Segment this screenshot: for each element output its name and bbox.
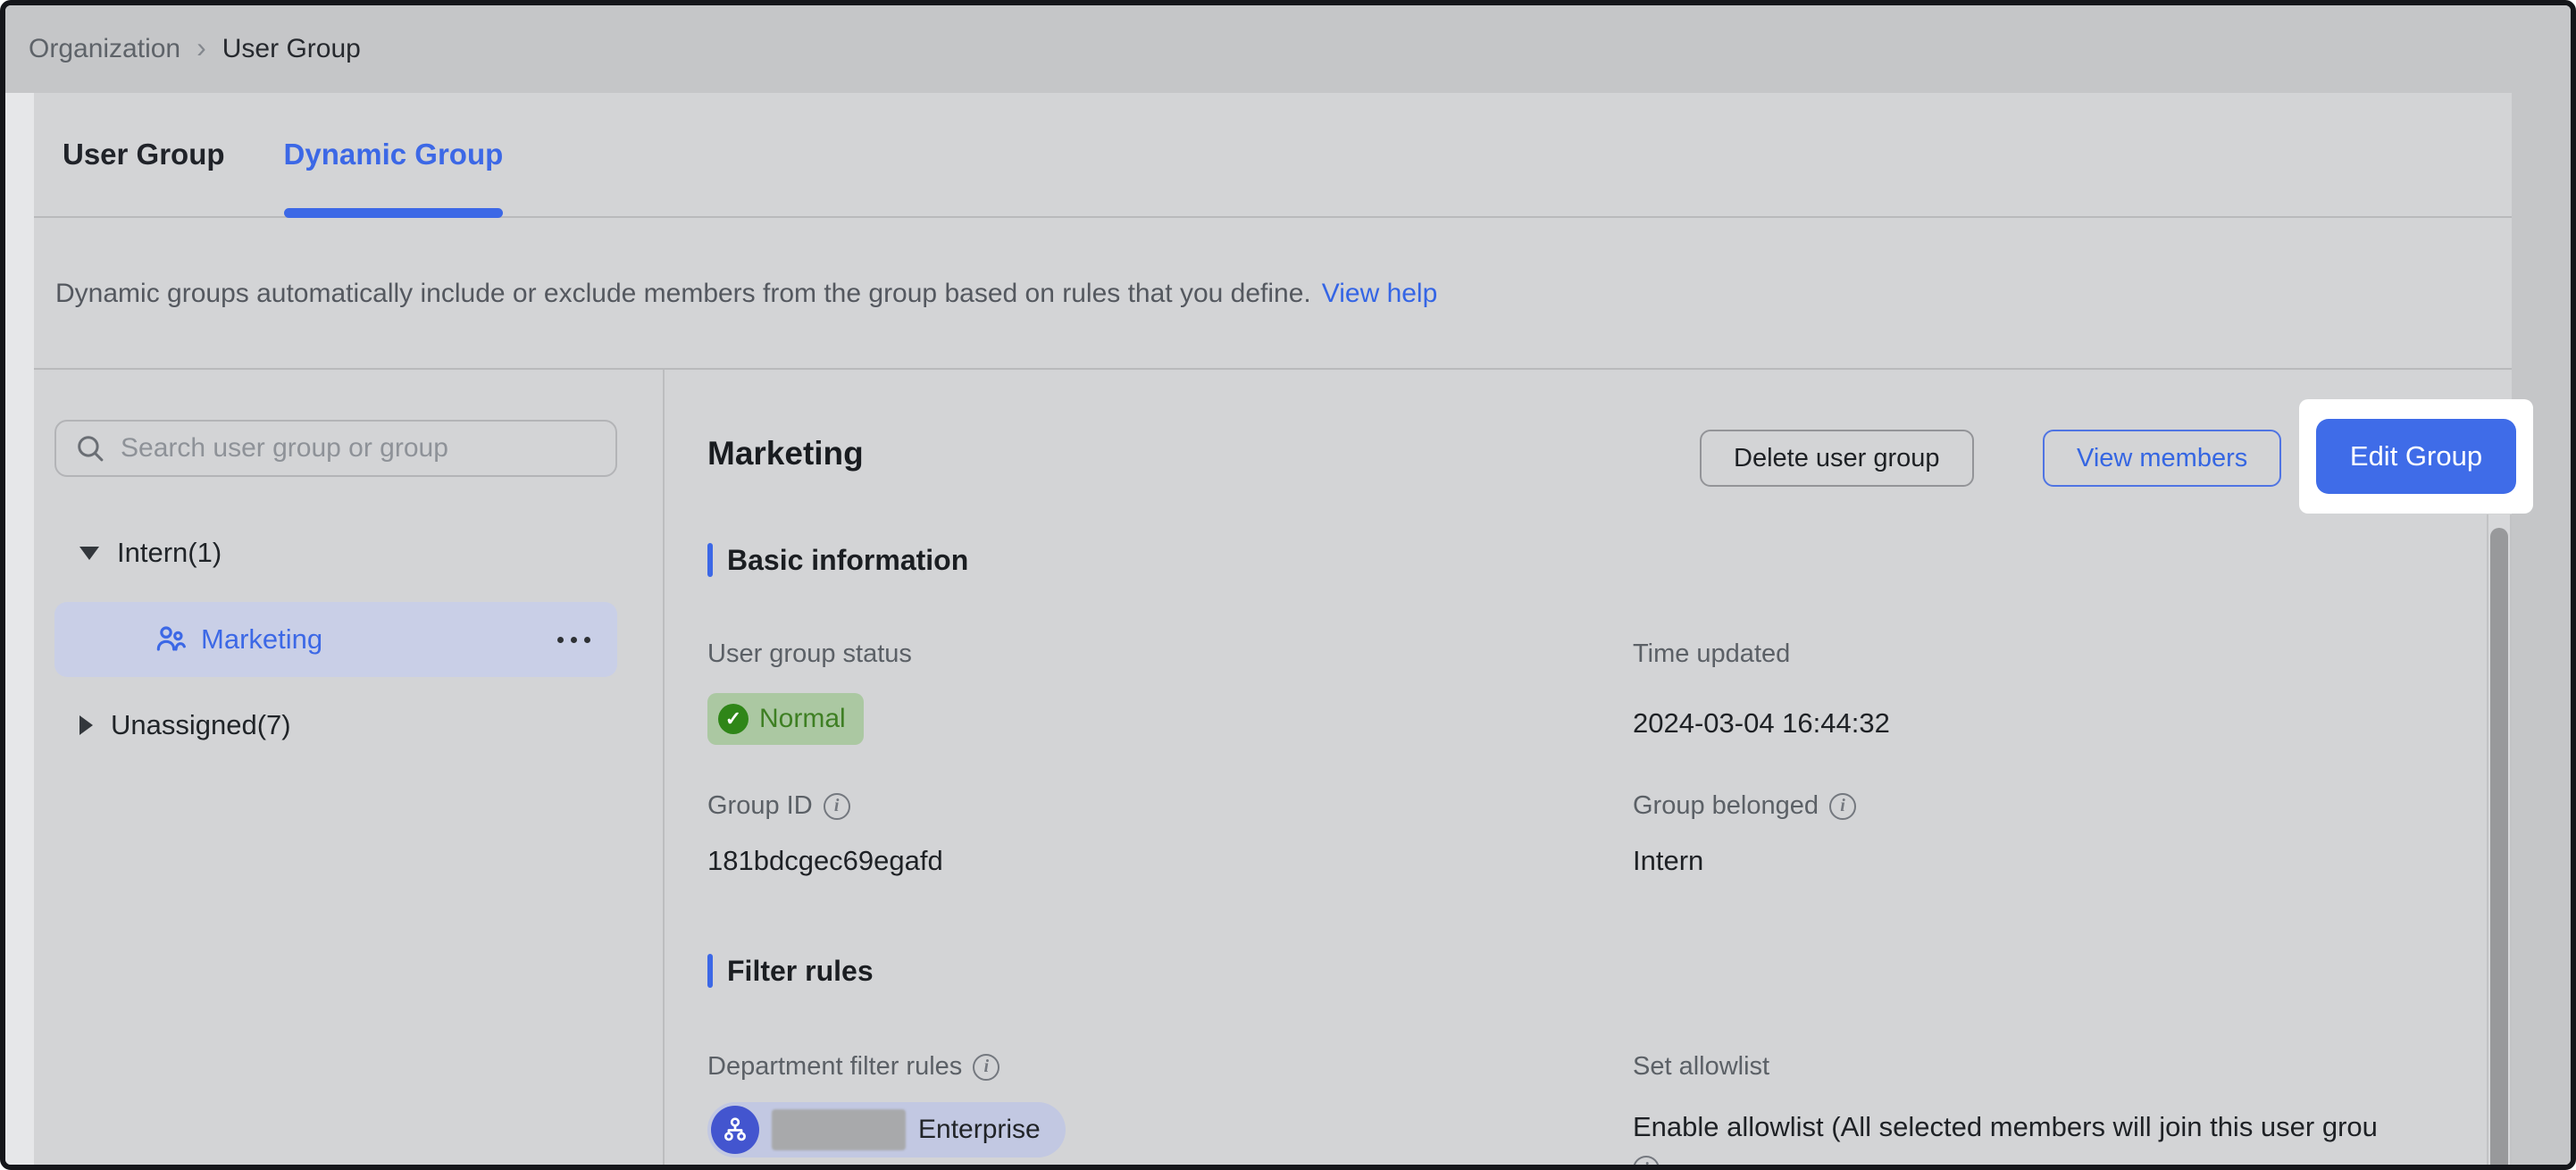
tree-item-marketing-label: Marketing (201, 623, 322, 656)
tab-bar: User Group Dynamic Group (34, 93, 2512, 218)
department-tag: Enterprise (707, 1102, 1066, 1157)
edit-group-button[interactable]: Edit Group (2316, 419, 2516, 494)
info-icon[interactable]: i (1829, 793, 1856, 820)
redacted-text (772, 1109, 906, 1150)
tree-item-intern[interactable]: Intern(1) (79, 531, 222, 574)
section-accent-bar (707, 543, 713, 577)
field-value-time-updated: 2024-03-04 16:44:32 (1633, 707, 1890, 740)
section-accent-bar (707, 954, 713, 988)
tab-user-group[interactable]: User Group (63, 93, 225, 216)
page-description: Dynamic groups automatically include or … (34, 220, 2512, 370)
chevron-right-icon: › (197, 31, 206, 64)
edit-group-highlight: Edit Group (2299, 399, 2533, 514)
more-actions-icon[interactable] (557, 637, 590, 643)
department-tag-label: Enterprise (918, 1115, 1041, 1145)
tab-dynamic-group[interactable]: Dynamic Group (284, 93, 504, 216)
left-page-gutter (5, 93, 34, 1165)
tree-item-unassigned-label: Unassigned(7) (111, 709, 291, 741)
section-basic-information-title: Basic information (727, 544, 968, 577)
org-chart-icon (711, 1106, 759, 1154)
tree-item-marketing[interactable]: Marketing (54, 602, 617, 677)
search-input[interactable] (121, 433, 598, 464)
field-label-time-updated: Time updated (1633, 639, 1790, 669)
field-label-user-group-status: User group status (707, 639, 912, 669)
user-group-icon (153, 622, 188, 657)
field-label-group-id: Group ID i (707, 791, 850, 821)
delete-user-group-label: Delete user group (1734, 444, 1940, 473)
expand-icon[interactable] (79, 715, 93, 735)
edit-group-label: Edit Group (2350, 440, 2482, 472)
info-icon[interactable]: i (824, 793, 850, 820)
check-circle-icon: ✓ (718, 704, 749, 734)
delete-user-group-button[interactable]: Delete user group (1700, 430, 1974, 487)
field-value-group-belonged: Intern (1633, 845, 1703, 877)
expand-collapse-icon[interactable] (79, 547, 99, 560)
view-members-label: View members (2077, 444, 2247, 473)
section-filter-rules-title: Filter rules (727, 955, 874, 988)
status-badge: ✓ Normal (707, 693, 864, 745)
breadcrumb: Organization › User Group (5, 5, 2571, 93)
info-icon[interactable]: i (1633, 1156, 1660, 1170)
view-help-link[interactable]: View help (1322, 279, 1438, 309)
field-label-set-allowlist: Set allowlist (1633, 1052, 1769, 1082)
section-filter-rules: Filter rules (707, 954, 874, 988)
active-tab-underline (284, 208, 504, 218)
field-value-set-allowlist: Enable allowlist (All selected members w… (1633, 1111, 2513, 1143)
view-members-button[interactable]: View members (2043, 430, 2281, 487)
group-search-box[interactable] (54, 420, 617, 477)
screenshot-frame: Organization › User Group User Group Dyn… (0, 0, 2576, 1170)
tree-item-intern-label: Intern(1) (117, 537, 222, 569)
section-basic-information: Basic information (707, 543, 968, 577)
breadcrumb-item-user-group[interactable]: User Group (222, 34, 361, 64)
tab-user-group-label: User Group (63, 138, 225, 171)
field-value-group-id: 181bdcgec69egafd (707, 845, 943, 877)
sidebar-divider (663, 370, 665, 1165)
group-title: Marketing (707, 435, 864, 472)
field-label-department-filter-rules: Department filter rules i (707, 1052, 999, 1082)
tree-item-unassigned[interactable]: Unassigned(7) (79, 704, 291, 747)
right-page-gutter (2512, 93, 2571, 1165)
info-icon[interactable]: i (973, 1054, 999, 1081)
status-badge-label: Normal (759, 704, 846, 734)
scrollbar-thumb[interactable] (2490, 528, 2508, 1165)
breadcrumb-item-organization[interactable]: Organization (29, 34, 180, 64)
tab-dynamic-group-label: Dynamic Group (284, 138, 504, 171)
search-icon (74, 432, 106, 464)
description-text: Dynamic groups automatically include or … (55, 279, 1311, 309)
field-label-group-belonged: Group belonged i (1633, 791, 1856, 821)
